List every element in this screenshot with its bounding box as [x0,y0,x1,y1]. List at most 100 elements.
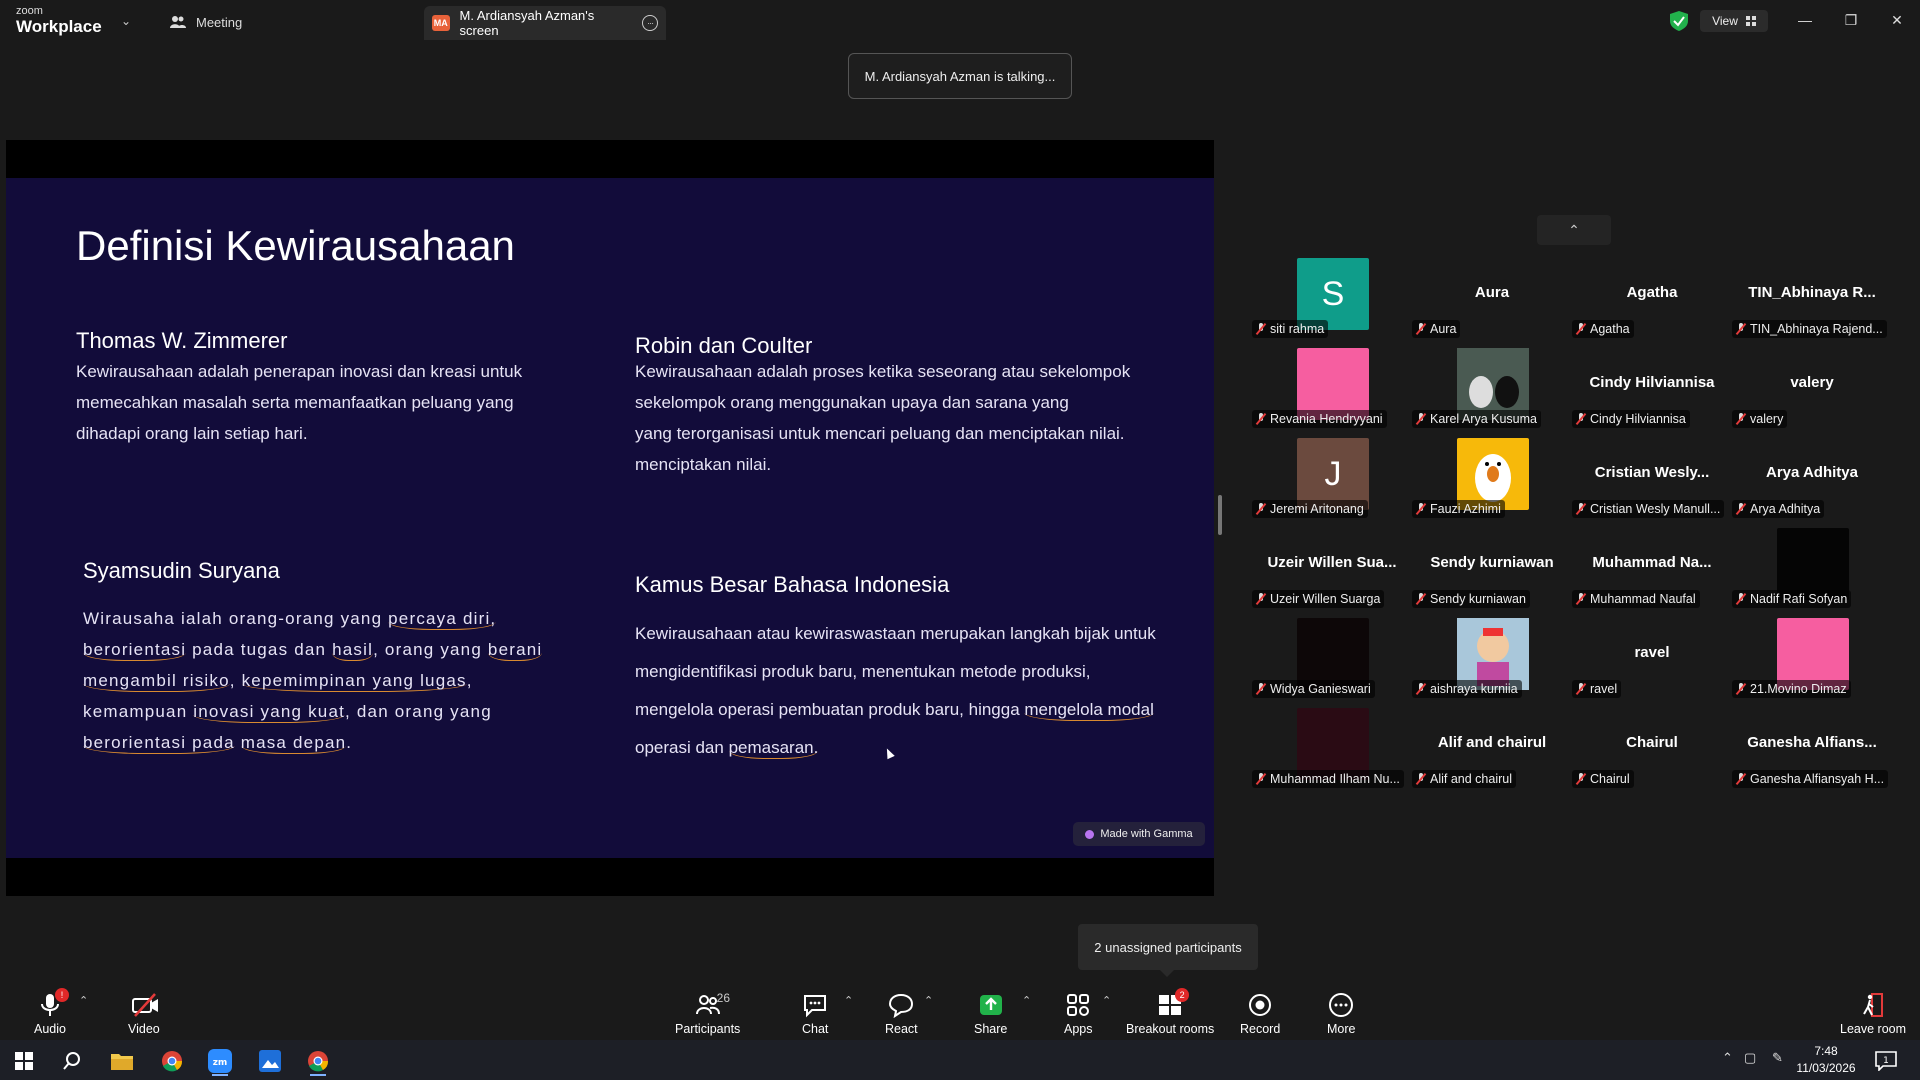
participants-button[interactable]: 26 Participants [675,986,740,1036]
notification-center-icon[interactable]: 1 [1868,1046,1904,1076]
record-button[interactable]: Record [1240,986,1280,1036]
mic-muted-icon [1256,773,1266,785]
chrome-icon[interactable] [154,1046,190,1076]
security-shield-icon[interactable] [1670,11,1688,31]
taskbar-clock[interactable]: 7:48 11/03/2026 [1796,1043,1856,1077]
participant-display-name: Cristian Wesly... [1594,464,1710,481]
chevron-down-icon[interactable]: ⌄ [121,14,131,28]
tray-chevron-up-icon[interactable]: ⌃ [1722,1050,1733,1066]
panel-resize-handle[interactable] [1218,495,1222,535]
participant-tile[interactable]: Sendy kurniawan Sendy kurniawan [1412,528,1572,618]
zoom-taskbar-icon[interactable]: zm [202,1046,238,1076]
mic-muted-icon [1576,773,1586,785]
view-button[interactable]: View [1700,10,1768,32]
participant-tile[interactable]: Revania Hendryyani [1252,348,1412,438]
participant-name-label: Cristian Wesly Manull... [1572,500,1725,518]
tab-meeting-label: Meeting [196,14,243,30]
participant-display-name: Alif and chairul [1437,734,1547,751]
participant-tile[interactable]: Arya Adhitya Arya Adhitya [1732,438,1892,528]
svg-text:zm: zm [213,1058,228,1068]
participant-tile[interactable]: 21.Movino Dimaz [1732,618,1892,708]
participant-tile[interactable]: Nadif Rafi Sofyan [1732,528,1892,618]
participant-tile[interactable]: Ganesha Alfians... Ganesha Alfiansyah H..… [1732,708,1892,798]
close-icon[interactable]: ✕ [1882,8,1912,32]
pen-icon[interactable]: ✎ [1772,1050,1783,1066]
participant-tile[interactable]: Ssiti rahma [1252,258,1412,348]
participant-display-name: valery [1790,374,1834,391]
tab-shared-screen-label: M. Ardiansyah Azman's screen [459,8,595,38]
react-button[interactable]: React [885,986,918,1036]
participant-tile[interactable]: ravel ravel [1572,618,1732,708]
minimize-icon[interactable]: — [1790,8,1820,32]
windows-taskbar: zm ⌃ ▢ ✎ 7:48 11/03/2026 1 [0,1040,1920,1080]
tab-shared-screen[interactable]: MA M. Ardiansyah Azman's screen ··· [424,6,666,40]
react-options-caret[interactable]: ⌃ [924,994,933,1007]
participant-name-label: aishraya kurniia [1412,680,1522,698]
mic-muted-icon [1416,593,1426,605]
more-options-icon[interactable]: ··· [642,15,658,31]
participant-tile[interactable]: Alif and chairul Alif and chairul [1412,708,1572,798]
participant-tile[interactable]: aishraya kurniia [1412,618,1572,708]
audio-options-caret[interactable]: ⌃ [79,994,88,1007]
chat-options-caret[interactable]: ⌃ [844,994,853,1007]
participant-tile[interactable]: Muhammad Na... Muhammad Naufal [1572,528,1732,618]
participant-tile[interactable]: TIN_Abhinaya R... TIN_Abhinaya Rajend... [1732,258,1892,348]
made-with-gamma-badge[interactable]: Made with Gamma [1073,822,1205,846]
participant-tile[interactable]: Muhammad Ilham Nu... [1252,708,1412,798]
mic-muted-icon [1576,683,1586,695]
react-icon [888,992,914,1019]
participant-tile[interactable]: Fauzi Azhimi [1412,438,1572,528]
photos-icon[interactable] [252,1046,288,1076]
leave-room-button[interactable]: Leave room [1840,986,1906,1036]
share-button[interactable]: Share [974,986,1007,1036]
leave-room-icon [1860,992,1886,1018]
chrome-profile-icon[interactable] [300,1046,336,1076]
windows-start-icon[interactable] [6,1046,42,1076]
people-icon [170,16,186,28]
participant-tile[interactable]: Agatha Agatha [1572,258,1732,348]
tab-meeting[interactable]: Meeting [170,8,242,36]
presenter-avatar: MA [432,15,450,31]
participant-tile[interactable]: valery valery [1732,348,1892,438]
apps-options-caret[interactable]: ⌃ [1102,994,1111,1007]
section-text-suryana: Wirausaha ialah orang-orang yang percaya… [83,609,543,754]
mic-muted-icon [1256,323,1266,335]
audio-button[interactable]: ! Audio [34,986,69,1036]
section-text-kbbi: Kewirausahaan atau kewiraswastaan merupa… [635,624,1156,759]
participant-display-name: Agatha [1626,284,1678,301]
mic-muted-icon [1576,593,1586,605]
restore-icon[interactable]: ❐ [1836,8,1866,32]
mic-muted-icon [1576,323,1586,335]
participant-name-label: 21.Movino Dimaz [1732,680,1851,698]
breakout-rooms-button[interactable]: 2 Breakout rooms [1126,986,1214,1036]
apps-button[interactable]: Apps [1064,986,1093,1036]
participant-name-label: Aura [1412,320,1461,338]
more-button[interactable]: More [1327,986,1355,1036]
participant-tile[interactable]: Cristian Wesly... Cristian Wesly Manull..… [1572,438,1732,528]
video-button[interactable]: Video [128,986,160,1036]
participant-tile[interactable]: J Jeremi Aritonang [1252,438,1412,528]
chat-button[interactable]: Chat [802,986,828,1036]
file-explorer-icon[interactable] [104,1046,140,1076]
participant-tile[interactable]: Chairul Chairul [1572,708,1732,798]
participant-display-name: Aura [1474,284,1510,301]
participant-tile[interactable]: Cindy Hilviannisa Cindy Hilviannisa [1572,348,1732,438]
mic-muted-icon [1736,773,1746,785]
participant-name-label: Revania Hendryyani [1252,410,1387,428]
gamma-icon [1085,829,1095,839]
section-text-zimmerer: Kewirausahaan adalah penerapan inovasi d… [76,362,523,443]
network-icon[interactable]: ▢ [1744,1050,1756,1066]
gallery-page-up-button[interactable]: ⌃ [1537,215,1611,245]
participant-display-name: TIN_Abhinaya R... [1748,284,1876,301]
search-icon[interactable] [54,1046,90,1076]
participant-tile[interactable]: Uzeir Willen Sua... Uzeir Willen Suarga [1252,528,1412,618]
participant-tile[interactable]: Aura Aura [1412,258,1572,348]
participants-count: 26 [716,991,731,1005]
share-options-caret[interactable]: ⌃ [1022,994,1031,1007]
talking-indicator: M. Ardiansyah Azman is talking... [848,53,1072,99]
duck-avatar-icon [1475,454,1511,502]
participant-display-name: Sendy kurniawan [1430,554,1554,571]
participant-tile[interactable]: Karel Arya Kusuma [1412,348,1572,438]
participant-tile[interactable]: Widya Ganieswari [1252,618,1412,708]
zoom-workplace-logo[interactable]: zoom Workplace [16,6,106,36]
